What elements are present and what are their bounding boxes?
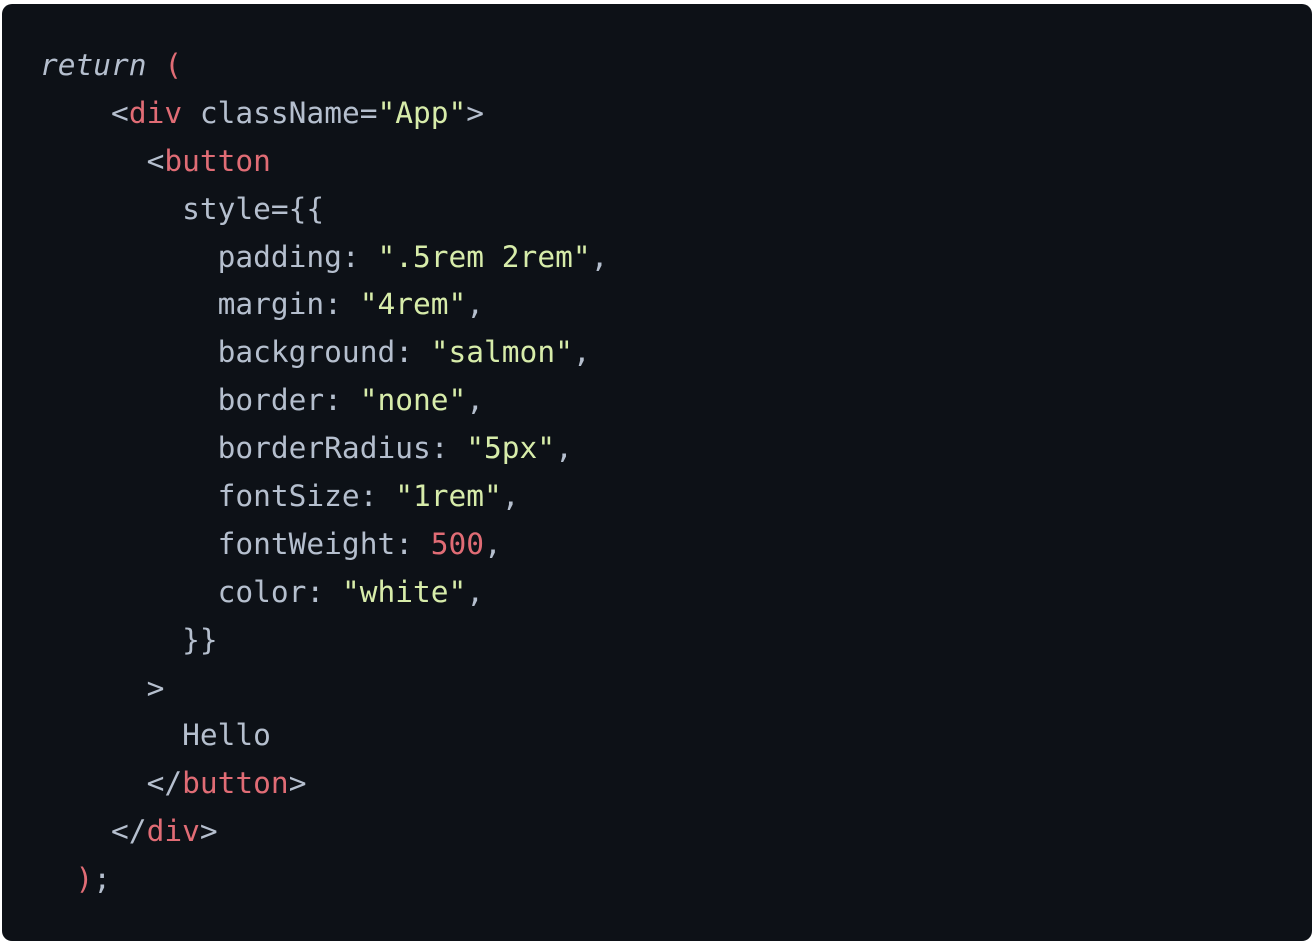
code-token-bracket: > [146, 670, 165, 705]
code-token-str: "white" [341, 574, 467, 609]
code-token-plain: , [466, 574, 485, 609]
code-token-plain: color: [217, 574, 342, 609]
code-line: background: "salmon", [40, 329, 608, 377]
code-token-plain: fontWeight: [217, 526, 431, 561]
code-token-tag: button [182, 766, 289, 801]
code-token-plain: , [484, 526, 502, 561]
code-token-bracket: </ [146, 766, 183, 801]
code-token-bracket: > [288, 766, 307, 801]
code-token-plain: className= [182, 95, 378, 130]
code-token-plain: margin: [217, 287, 360, 322]
code-block: return ( <div className="App"> <button s… [2, 4, 1312, 941]
code-token-tag: div [146, 814, 200, 849]
code-line: padding: ".5rem 2rem", [40, 234, 609, 282]
code-token-punct: ( [164, 48, 183, 82]
code-token-plain: Hello [182, 718, 271, 753]
code-line: return ( [40, 42, 608, 90]
code-token-plain: , [590, 239, 609, 274]
code-token-num: 500 [430, 526, 485, 561]
code-line: <button [40, 138, 608, 186]
code-token-plain: fontSize: [217, 479, 396, 514]
code-token-punct: ) [75, 862, 94, 897]
code-line: fontWeight: 500, [40, 521, 608, 569]
code-line: borderRadius: "5px", [40, 425, 608, 473]
code-line: color: "white", [40, 569, 608, 617]
code-token-plain: , [466, 383, 485, 418]
code-line: <div className="App"> [40, 90, 608, 138]
code-token-plain: ; [93, 862, 112, 897]
code-line: border: "none", [40, 377, 608, 425]
code-token-str: "none" [359, 383, 467, 418]
code-line: </div> [40, 808, 608, 856]
code-content: return ( <div className="App"> <button s… [40, 42, 608, 904]
code-token-str: "5px" [466, 431, 556, 466]
code-line: Hello [40, 712, 608, 760]
code-token-str: "salmon" [430, 335, 573, 370]
code-token-plain: style={{ [182, 191, 325, 226]
code-token-bracket: > [466, 95, 485, 130]
code-line: > [40, 665, 608, 713]
code-token-plain: padding: [217, 239, 378, 274]
code-line: ); [40, 856, 608, 904]
code-token-plain: border: [217, 383, 360, 418]
code-token-bracket: < [111, 95, 129, 130]
code-token-plain: background: [217, 335, 431, 370]
code-token-plain: , [555, 431, 573, 466]
code-token-str: "4rem" [359, 287, 467, 322]
code-token-bracket: < [146, 143, 165, 178]
code-token-str: ".5rem 2rem" [377, 239, 591, 274]
code-line: }} [40, 617, 608, 665]
code-line: style={{ [40, 186, 608, 234]
code-token-str: "App" [377, 95, 467, 130]
code-line: </button> [40, 760, 608, 808]
code-line: margin: "4rem", [40, 281, 608, 329]
code-line: fontSize: "1rem", [40, 473, 608, 521]
code-token-plain: , [572, 335, 591, 370]
code-token-plain: }} [182, 622, 218, 657]
code-token-bracket: > [199, 814, 218, 849]
code-token-str: "1rem" [395, 479, 502, 514]
code-token-plain: borderRadius: [217, 431, 467, 466]
code-token-plain: , [501, 479, 520, 514]
code-token-bracket: </ [111, 814, 147, 849]
code-token-plain: , [466, 287, 485, 322]
code-token-tag: div [128, 95, 183, 130]
code-token-kw: return [40, 48, 147, 82]
code-token-tag: button [164, 143, 271, 178]
